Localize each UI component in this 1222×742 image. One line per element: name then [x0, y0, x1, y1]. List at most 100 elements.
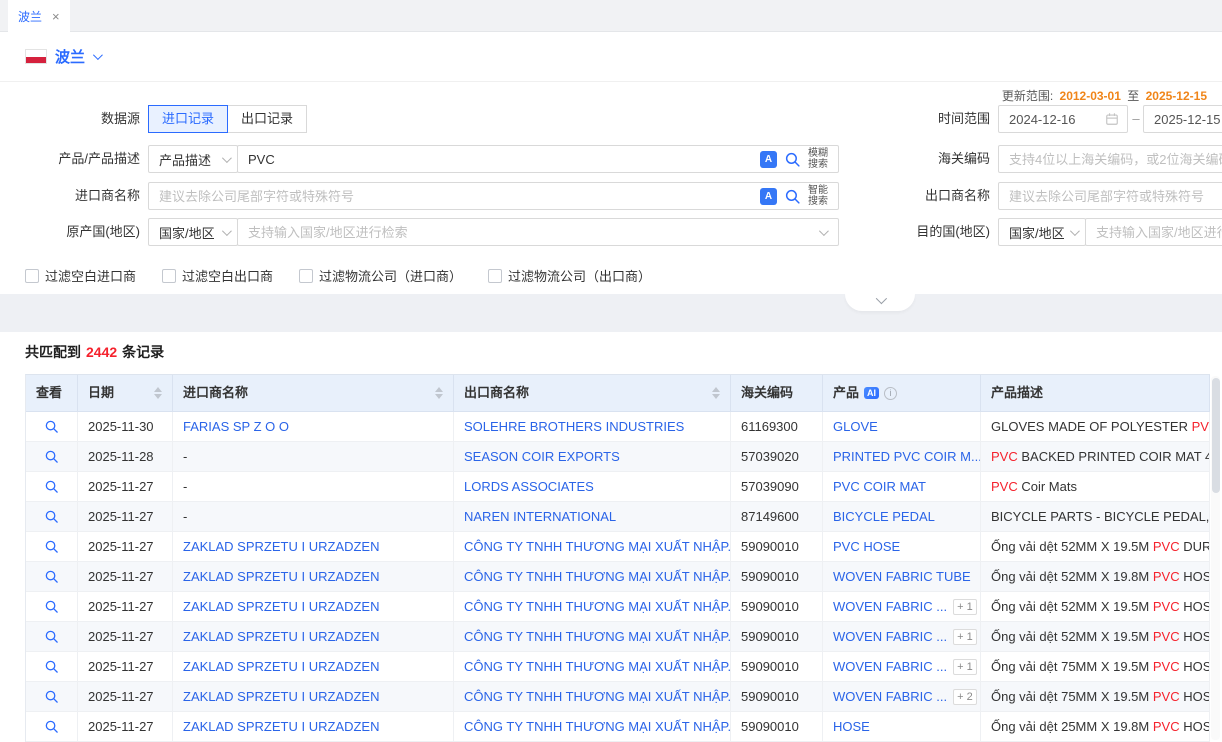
smart-search-icon[interactable]	[784, 188, 801, 205]
product-link[interactable]: PRINTED PVC COIR M...	[833, 449, 981, 464]
table-row: 2025-11-27 ZAKLAD SPRZETU I URZADZEN CÔN…	[26, 562, 1210, 592]
smart-search-label[interactable]: 智能搜索	[808, 185, 830, 207]
importer-link[interactable]: ZAKLAD SPRZETU I URZADZEN	[183, 629, 379, 644]
exporter-link[interactable]: CÔNG TY TNHH THƯƠNG MẠI XUẤT NHẬP...	[464, 719, 731, 734]
checkbox-icon[interactable]	[25, 269, 39, 283]
product-more-tag[interactable]: + 2	[953, 689, 977, 705]
view-icon[interactable]	[44, 719, 59, 734]
row-date: 2025-11-28	[78, 442, 173, 472]
row-hs-code: 87149600	[731, 502, 823, 532]
importer-name-field: A 智能搜索	[148, 182, 839, 210]
view-icon[interactable]	[44, 449, 59, 464]
product-link[interactable]: PVC COIR MAT	[833, 479, 926, 494]
exporter-link[interactable]: SOLEHRE BROTHERS INDUSTRIES	[464, 419, 684, 434]
product-more-tag[interactable]: + 1	[953, 659, 977, 675]
exporter-link[interactable]: CÔNG TY TNHH THƯƠNG MẠI XUẤT NHẬP...	[464, 659, 731, 674]
tab-close-icon[interactable]: ×	[52, 9, 60, 24]
importer-link[interactable]: -	[183, 479, 187, 494]
chevron-down-icon[interactable]	[93, 50, 103, 60]
origin-country-select[interactable]: 国家/地区	[148, 218, 238, 246]
importer-link[interactable]: -	[183, 449, 187, 464]
row-hs-code: 59090010	[731, 622, 823, 652]
translate-icon[interactable]: A	[760, 151, 777, 168]
product-link[interactable]: WOVEN FABRIC ...	[833, 629, 947, 644]
importer-link[interactable]: ZAKLAD SPRZETU I URZADZEN	[183, 719, 379, 734]
product-link[interactable]: HOSE	[833, 719, 870, 734]
tab-poland[interactable]: 波兰 ×	[8, 0, 70, 32]
view-icon[interactable]	[44, 539, 59, 554]
product-link[interactable]: PVC HOSE	[833, 539, 900, 554]
exporter-link[interactable]: CÔNG TY TNHH THƯƠNG MẠI XUẤT NHẬP...	[464, 539, 731, 554]
product-link[interactable]: WOVEN FABRIC TUBE	[833, 569, 971, 584]
product-search-field: A 模糊搜索	[237, 145, 839, 173]
time-range-start-input[interactable]: 2024-12-16	[998, 105, 1128, 133]
row-date: 2025-11-27	[78, 682, 173, 712]
hs-code-input[interactable]	[999, 146, 1222, 172]
checkbox-icon[interactable]	[162, 269, 176, 283]
view-icon[interactable]	[44, 479, 59, 494]
info-icon[interactable]: i	[884, 387, 897, 400]
view-icon[interactable]	[44, 659, 59, 674]
importer-name-input[interactable]	[149, 183, 760, 209]
fuzzy-search-icon[interactable]	[784, 151, 801, 168]
origin-country-input[interactable]	[238, 219, 819, 245]
destination-country-input[interactable]	[1086, 219, 1222, 245]
product-link[interactable]: WOVEN FABRIC ...	[833, 689, 947, 704]
view-icon[interactable]	[44, 509, 59, 524]
importer-link[interactable]: ZAKLAD SPRZETU I URZADZEN	[183, 569, 379, 584]
exporter-link[interactable]: CÔNG TY TNHH THƯƠNG MẠI XUẤT NHẬP...	[464, 629, 731, 644]
view-icon[interactable]	[44, 689, 59, 704]
country-name[interactable]: 波兰	[55, 46, 85, 67]
fuzzy-search-label[interactable]: 模糊搜索	[808, 148, 830, 170]
importer-link[interactable]: -	[183, 509, 187, 524]
time-range-separator: –	[1129, 105, 1143, 133]
product-type-select[interactable]: 产品描述	[148, 145, 238, 173]
calendar-icon	[1105, 112, 1119, 126]
product-more-tag[interactable]: + 1	[953, 629, 977, 645]
filter-checkbox-logistics-importer[interactable]: 过滤物流公司（进口商）	[299, 266, 462, 285]
importer-link[interactable]: FARIAS SP Z O O	[183, 419, 289, 434]
product-search-input[interactable]	[238, 146, 760, 172]
product-link[interactable]: WOVEN FABRIC ...	[833, 659, 947, 674]
destination-country-select[interactable]: 国家/地区	[998, 218, 1086, 246]
exporter-link[interactable]: CÔNG TY TNHH THƯƠNG MẠI XUẤT NHẬP...	[464, 569, 731, 584]
translate-icon[interactable]: A	[760, 188, 777, 205]
checkbox-icon[interactable]	[488, 269, 502, 283]
importer-link[interactable]: ZAKLAD SPRZETU I URZADZEN	[183, 599, 379, 614]
exporter-name-input[interactable]	[999, 183, 1222, 209]
product-link[interactable]: GLOVE	[833, 419, 878, 434]
table-row: 2025-11-27 ZAKLAD SPRZETU I URZADZEN CÔN…	[26, 652, 1210, 682]
view-icon[interactable]	[44, 599, 59, 614]
exporter-link[interactable]: LORDS ASSOCIATES	[464, 479, 594, 494]
importer-link[interactable]: ZAKLAD SPRZETU I URZADZEN	[183, 539, 379, 554]
collapse-form-button[interactable]	[845, 294, 915, 311]
view-icon[interactable]	[44, 419, 59, 434]
product-link[interactable]: WOVEN FABRIC ...	[833, 599, 947, 614]
checkbox-icon[interactable]	[299, 269, 313, 283]
exporter-link[interactable]: SEASON COIR EXPORTS	[464, 449, 620, 464]
export-records-button[interactable]: 出口记录	[227, 105, 307, 133]
sort-icon[interactable]	[154, 387, 162, 399]
product-description: PVC Coir Mats	[981, 472, 1210, 502]
filter-checkbox-logistics-exporter[interactable]: 过滤物流公司（出口商）	[488, 266, 651, 285]
importer-link[interactable]: ZAKLAD SPRZETU I URZADZEN	[183, 659, 379, 674]
sort-icon[interactable]	[435, 387, 443, 399]
product-more-tag[interactable]: + 1	[953, 599, 977, 615]
view-icon[interactable]	[44, 569, 59, 584]
import-records-button[interactable]: 进口记录	[148, 105, 228, 133]
product-link[interactable]: BICYCLE PEDAL	[833, 509, 935, 524]
scrollbar-thumb[interactable]	[1212, 378, 1220, 493]
exporter-link[interactable]: CÔNG TY TNHH THƯƠNG MẠI XUẤT NHẬP...	[464, 599, 731, 614]
checkbox-label: 过滤空白进口商	[45, 266, 136, 285]
sort-icon[interactable]	[712, 387, 720, 399]
time-range-start-value: 2024-12-16	[999, 112, 1105, 127]
time-range-end-input[interactable]: 2025-12-15	[1143, 105, 1222, 133]
view-icon[interactable]	[44, 629, 59, 644]
exporter-link[interactable]: CÔNG TY TNHH THƯƠNG MẠI XUẤT NHẬP...	[464, 689, 731, 704]
exporter-link[interactable]: NAREN INTERNATIONAL	[464, 509, 616, 524]
data-source-label: 数据源	[25, 105, 140, 133]
row-date: 2025-11-27	[78, 472, 173, 502]
importer-link[interactable]: ZAKLAD SPRZETU I URZADZEN	[183, 689, 379, 704]
filter-checkbox-blank-exporter[interactable]: 过滤空白出口商	[162, 266, 273, 285]
filter-checkbox-blank-importer[interactable]: 过滤空白进口商	[25, 266, 136, 285]
